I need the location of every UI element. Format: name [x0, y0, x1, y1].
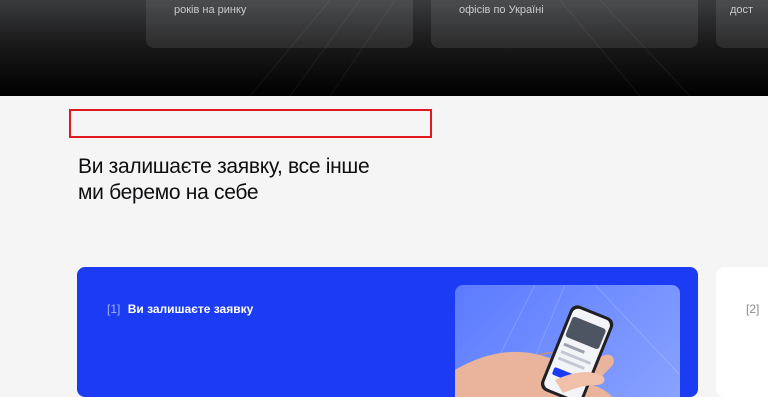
highlight-box: [69, 109, 432, 138]
phone-in-hand-image: [455, 285, 680, 397]
stat-label-delivery: дост: [730, 4, 754, 16]
stat-label-offices: офісів по Україні: [459, 4, 544, 16]
stat-card-offices: офісів по Україні: [431, 0, 698, 48]
step-1-heading: [1] Ви залишаєте заявку: [107, 302, 253, 316]
step-1-number: [1]: [107, 302, 121, 316]
hero-banner: років на ринку офісів по Україні дост: [0, 0, 768, 96]
section-title: Ви залишаєте заявку, все інше ми беремо …: [78, 154, 438, 206]
step-2-number: [2]: [746, 302, 760, 316]
section-title-line-2: ми беремо на себе: [78, 181, 259, 204]
stat-card-years: років на ринку: [146, 0, 413, 48]
stat-label-years: років на ринку: [174, 4, 247, 16]
phone-illustration: [455, 285, 680, 397]
step-card-2[interactable]: [2]: [716, 267, 768, 397]
step-card-1[interactable]: [1] Ви залишаєте заявку: [77, 267, 698, 397]
stat-card-delivery: дост: [716, 0, 768, 48]
section-title-line-1: Ви залишаєте заявку, все інше: [78, 155, 370, 178]
step-1-title: Ви залишаєте заявку: [127, 302, 254, 316]
